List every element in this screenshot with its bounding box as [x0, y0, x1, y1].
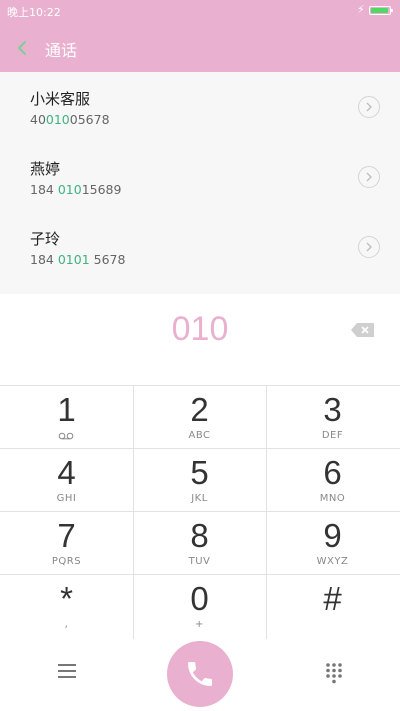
- contact-suggestions: 小米客服 4001005678 燕婷 184 01015689 子玲 184 0…: [0, 72, 400, 294]
- voicemail-icon: [58, 432, 74, 440]
- menu-icon[interactable]: [56, 662, 78, 680]
- key-0[interactable]: 0 +: [133, 574, 266, 637]
- chevron-left-icon[interactable]: [12, 36, 32, 60]
- chevron-right-icon[interactable]: [358, 166, 380, 188]
- chevron-right-icon[interactable]: [358, 96, 380, 118]
- key-hash[interactable]: #: [266, 574, 399, 637]
- key-3[interactable]: 3 DEF: [266, 385, 399, 448]
- key-4[interactable]: 4 GHI: [0, 448, 133, 511]
- contact-name: 燕婷: [30, 160, 61, 178]
- header: 通话: [0, 30, 400, 66]
- key-2[interactable]: 2 ABC: [133, 385, 266, 448]
- page-title: 通话: [45, 41, 78, 60]
- battery-icon: [369, 6, 393, 15]
- phone-icon: [188, 662, 212, 686]
- key-9[interactable]: 9 WXYZ: [266, 511, 399, 574]
- charging-icon: ⚡: [357, 3, 365, 16]
- list-item[interactable]: 小米客服 4001005678: [0, 72, 400, 142]
- status-time: 晚上10:22: [7, 6, 61, 19]
- key-8[interactable]: 8 TUV: [133, 511, 266, 574]
- status-bar: 晚上10:22 ⚡: [0, 0, 400, 22]
- dialed-digits: 010: [171, 310, 229, 348]
- backspace-icon[interactable]: [350, 320, 376, 340]
- top-bar: 晚上10:22 ⚡ 通话: [0, 0, 400, 72]
- chevron-right-icon[interactable]: [358, 236, 380, 258]
- key-star[interactable]: *,: [0, 574, 133, 637]
- contact-number: 184 0101 5678: [30, 252, 126, 267]
- contact-name: 子玲: [30, 230, 61, 248]
- contact-number: 184 01015689: [30, 182, 122, 197]
- key-1[interactable]: 1: [0, 385, 133, 448]
- contact-number: 4001005678: [30, 112, 110, 127]
- dialed-number-display: 010: [0, 300, 400, 364]
- call-button[interactable]: [167, 641, 233, 707]
- list-item[interactable]: 燕婷 184 01015689: [0, 142, 400, 212]
- key-6[interactable]: 6 MNO: [266, 448, 399, 511]
- key-7[interactable]: 7 PQRS: [0, 511, 133, 574]
- contact-name: 小米客服: [30, 90, 91, 108]
- dial-keypad: 1 2 ABC 3 DEF 4 GHI 5 JKL 6 MNO 7 PQRS 8 TUV 9W…: [0, 385, 400, 639]
- key-5[interactable]: 5 JKL: [133, 448, 266, 511]
- list-item[interactable]: 子玲 184 0101 5678: [0, 212, 400, 282]
- dialpad-grid-icon[interactable]: [324, 662, 344, 684]
